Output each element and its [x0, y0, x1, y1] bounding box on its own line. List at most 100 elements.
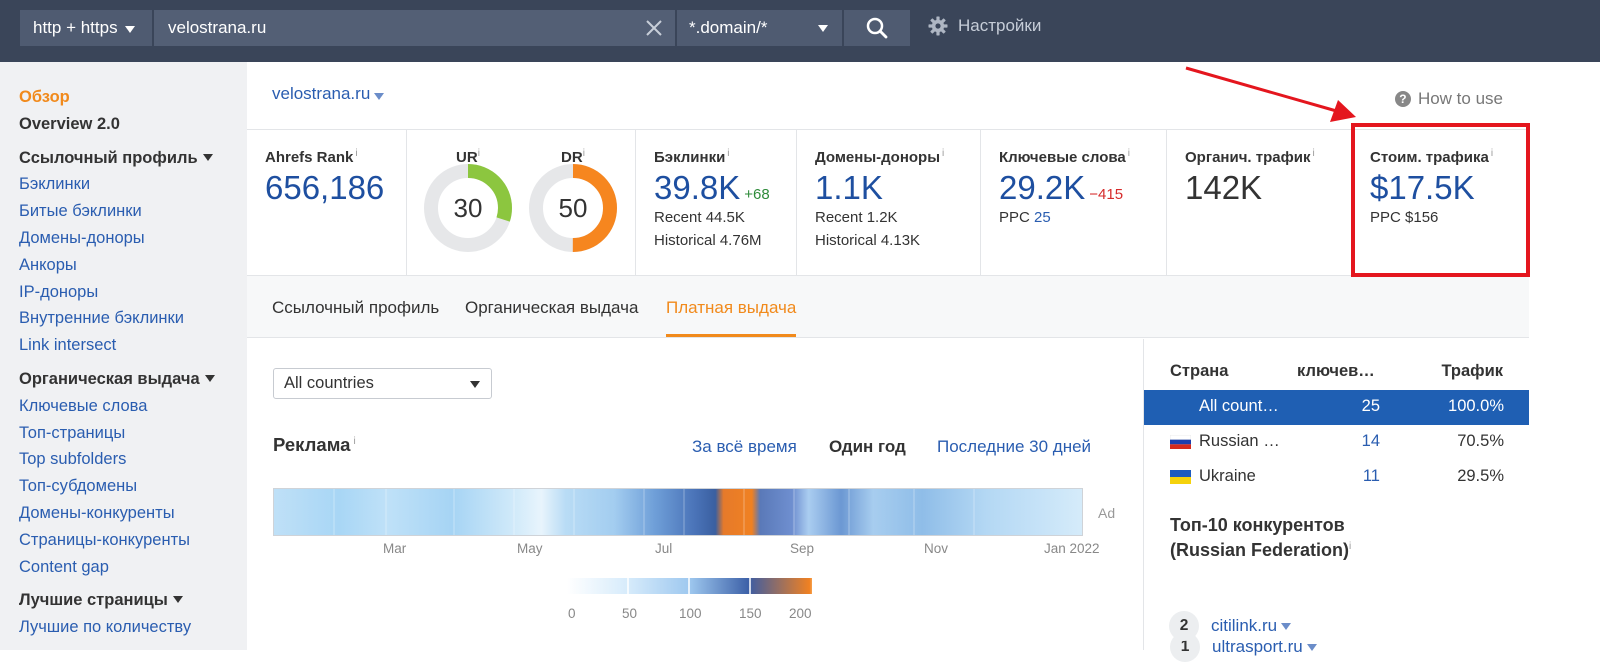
tab-backlink-profile[interactable]: Ссылочный профиль — [272, 298, 439, 318]
historical-count: Historical 4.76M — [654, 231, 762, 249]
sidebar: Обзор Overview 2.0 Ссылочный профиль Бэк… — [0, 62, 247, 650]
chevron-down-icon — [1281, 623, 1292, 630]
settings-label: Настройки — [958, 16, 1042, 35]
metric-backlinks: Бэклинки i 39.8K +68 Recent 44.5K Historic… — [636, 130, 797, 276]
sidebar-item-top-subdomains[interactable]: Топ-субдомены — [19, 473, 247, 500]
sidebar-item-referring-ips[interactable]: IP-доноры — [19, 279, 247, 306]
table-row[interactable]: Ukraine 11 29.5% — [1144, 460, 1530, 495]
sidebar-item-top-pages[interactable]: Топ-страницы — [19, 420, 247, 447]
sidebar-item-best-by-links[interactable]: Лучшие по количеству — [19, 614, 247, 641]
period-last-30-days[interactable]: Последние 30 дней — [937, 437, 1091, 457]
info-icon: i — [942, 148, 945, 159]
sidebar-item-backlinks[interactable]: Бэклинки — [19, 171, 247, 198]
chevron-down-icon — [374, 93, 385, 100]
country-cell: Ukraine — [1170, 467, 1256, 486]
legend-tick: 150 — [739, 606, 762, 621]
rank-badge: 2 — [1169, 611, 1199, 641]
column-header-keywords[interactable]: ключев… — [1297, 362, 1375, 381]
tab-paid-search[interactable]: Платная выдача — [666, 298, 796, 318]
sidebar-item-link-intersect[interactable]: Link intersect — [19, 332, 247, 359]
sidebar-item-overview-2[interactable]: Overview 2.0 — [19, 111, 247, 138]
metric-delta: +68 — [744, 186, 770, 203]
metric-label: Органич. трафик i — [1185, 148, 1315, 166]
month-label: Jan 2022 — [1044, 541, 1100, 556]
sidebar-item-overview[interactable]: Обзор — [19, 84, 247, 111]
sidebar-item-internal-backlinks[interactable]: Внутренние бэклинки — [19, 305, 247, 332]
settings-button[interactable]: Настройки — [928, 16, 1041, 36]
period-all-time[interactable]: За всё время — [692, 437, 797, 457]
metric-label: Бэклинки i — [654, 148, 730, 166]
domain-dropdown[interactable]: velostrana.ru — [272, 84, 385, 104]
month-label: Nov — [924, 541, 949, 556]
competitors-title: Топ-10 конкурентов (Russian Federation)i — [1170, 515, 1352, 560]
protocol-dropdown[interactable]: http + https — [20, 10, 152, 46]
mode-dropdown[interactable]: *.domain/* — [677, 10, 842, 46]
metric-ahrefs-rank: Ahrefs Rank i 656,186 — [247, 130, 407, 276]
month-label: Mar — [383, 541, 407, 556]
month-label: May — [517, 541, 543, 556]
column-header-traffic[interactable]: Трафик — [1441, 362, 1503, 381]
sidebar-item-referring-domains[interactable]: Домены-доноры — [19, 225, 247, 252]
sidebar-item-competing-pages[interactable]: Страницы-конкуренты — [19, 527, 247, 554]
tab-organic-search[interactable]: Органическая выдача — [465, 298, 638, 318]
chevron-down-icon — [470, 381, 480, 388]
table-row[interactable]: Russian … 14 70.5% — [1144, 425, 1530, 460]
metric-label: Ключевые слова i — [999, 148, 1130, 166]
ppc-keywords-link[interactable]: 25 — [1034, 209, 1051, 226]
url-input[interactable]: velostrana.ru — [154, 10, 675, 46]
ppc-keywords: PPC 25 — [999, 209, 1051, 226]
column-header-country[interactable]: Страна — [1170, 362, 1228, 381]
recent-count: Recent 1.2K — [815, 209, 898, 226]
annotation-highlight-box — [1351, 123, 1530, 277]
table-row[interactable]: All count… 25 100.0% — [1144, 390, 1530, 425]
country-traffic: 70.5% — [1457, 432, 1504, 450]
country-cell: Russian … — [1170, 432, 1280, 451]
clear-icon[interactable] — [645, 19, 663, 37]
domain-label: velostrana.ru — [272, 84, 371, 103]
sidebar-section-best-pages[interactable]: Лучшие страницы — [19, 587, 247, 614]
metric-value[interactable]: 1.1K — [815, 169, 980, 207]
metric-delta: −415 — [1089, 186, 1124, 203]
ukraine-flag-icon — [1170, 469, 1191, 484]
ur-value: 30 — [454, 193, 483, 223]
sidebar-item-anchors[interactable]: Анкоры — [19, 252, 247, 279]
sidebar-section-organic-search[interactable]: Органическая выдача — [19, 366, 247, 393]
country-traffic: 29.5% — [1457, 467, 1504, 485]
period-one-year[interactable]: Один год — [829, 437, 906, 457]
country-keywords[interactable]: 14 — [1340, 432, 1380, 451]
metric-value[interactable]: 39.8K +68 — [654, 169, 796, 207]
sidebar-item-broken-backlinks[interactable]: Битые бэклинки — [19, 198, 247, 225]
sidebar-section-backlink-profile[interactable]: Ссылочный профиль — [19, 145, 247, 172]
sidebar-item-content-gap[interactable]: Content gap — [19, 554, 247, 581]
country-keywords[interactable]: 11 — [1340, 467, 1380, 486]
protocol-label: http + https — [33, 18, 118, 37]
ads-section-title: Реклама i — [273, 434, 356, 455]
ad-tag: Ad — [1098, 505, 1116, 521]
info-icon: i — [353, 435, 356, 447]
dr-ring: 50 — [529, 164, 617, 252]
sidebar-item-top-subfolders[interactable]: Top subfolders — [19, 446, 247, 473]
metric-ratings: URi 30 DRi 50 — [407, 130, 636, 276]
legend-tick: 50 — [622, 606, 638, 621]
help-icon: ? — [1394, 91, 1411, 107]
countries-panel: Страна ключев… Трафик All count… 25 100.… — [1143, 339, 1530, 662]
country-select[interactable]: All countries — [273, 368, 492, 399]
search-button[interactable] — [844, 10, 910, 46]
tabs-bar: Ссылочный профиль Органическая выдача Пл… — [247, 276, 1529, 338]
annotation-arrow — [1185, 66, 1356, 122]
metric-value[interactable]: 656,186 — [265, 169, 406, 207]
sidebar-item-organic-keywords[interactable]: Ключевые слова — [19, 393, 247, 420]
chevron-down-icon — [124, 26, 135, 33]
gear-icon — [928, 16, 948, 36]
metric-value[interactable]: 29.2K −415 — [999, 169, 1166, 207]
competitor-item[interactable]: 2 citilink.ru — [1169, 611, 1292, 641]
info-icon: i — [477, 148, 480, 159]
how-to-use-link[interactable]: ? How to use — [1394, 89, 1503, 109]
ur-gauge: URi 30 — [422, 148, 514, 259]
month-label: Jul — [655, 541, 673, 556]
mode-label: *.domain/* — [689, 18, 768, 37]
legend-tick: 100 — [679, 606, 702, 621]
top-bar: http + https velostrana.ru *.domain/* На… — [0, 0, 1600, 62]
chevron-down-icon — [204, 374, 215, 382]
sidebar-item-competing-domains[interactable]: Домены-конкуренты — [19, 500, 247, 527]
